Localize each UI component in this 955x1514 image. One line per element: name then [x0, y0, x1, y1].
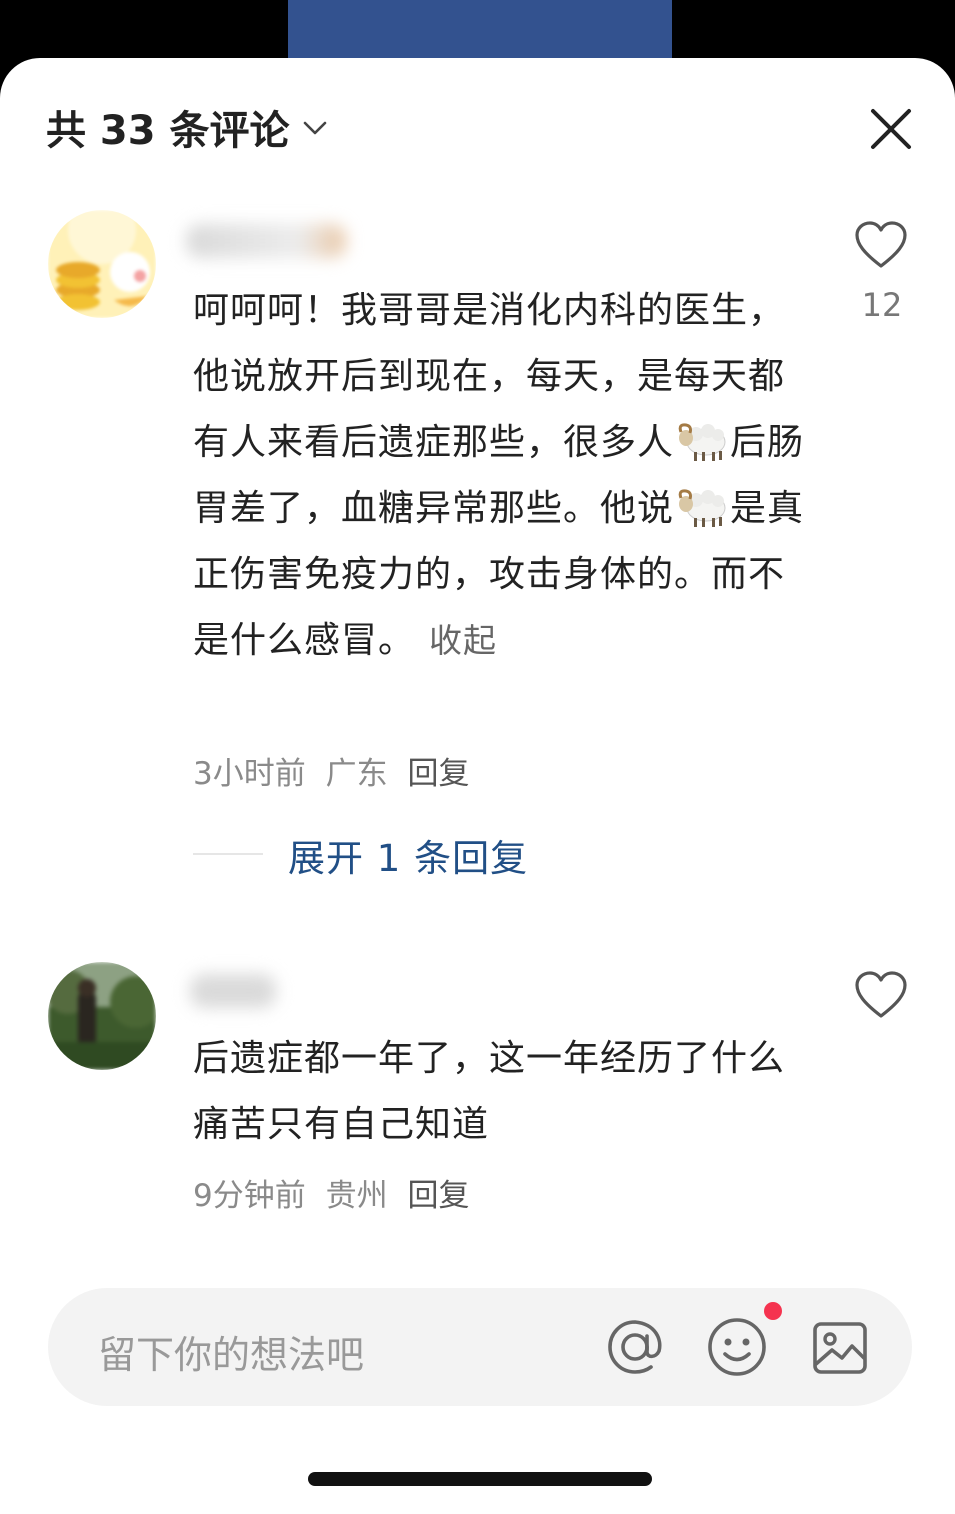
- at-mention-icon[interactable]: [604, 1316, 666, 1378]
- close-icon[interactable]: [866, 104, 916, 154]
- divider: [193, 853, 263, 855]
- reply-button[interactable]: 回复: [407, 756, 469, 792]
- username-blurred[interactable]: [190, 974, 276, 1008]
- ram-icon: [678, 489, 726, 527]
- comment-time: 9分钟前: [193, 1178, 306, 1214]
- heart-icon[interactable]: [854, 970, 908, 1020]
- page-title: 共 33 条评论: [46, 108, 290, 154]
- like-count: 12: [861, 286, 903, 324]
- comment-meta: 3小时前 广东 回复: [193, 748, 479, 793]
- expand-replies-button[interactable]: 展开 1 条回复: [288, 828, 528, 882]
- username-blurred[interactable]: [186, 224, 346, 258]
- avatar[interactable]: [48, 210, 156, 318]
- avatar[interactable]: [48, 962, 156, 1070]
- comment-location: 广东: [325, 756, 388, 792]
- home-indicator[interactable]: [308, 1472, 652, 1486]
- ram-icon: [678, 423, 726, 461]
- heart-icon[interactable]: [854, 220, 908, 270]
- comment-input[interactable]: 留下你的想法吧: [98, 1324, 364, 1379]
- comment-text[interactable]: 后遗症都一年了，这一年经历了什么痛苦只有自己知道: [193, 1026, 813, 1158]
- comment-count-header[interactable]: 共 33 条评论: [46, 98, 328, 156]
- reply-button[interactable]: 回复: [407, 1178, 469, 1214]
- comment-input-bar[interactable]: 留下你的想法吧: [48, 1288, 912, 1406]
- comment-text[interactable]: 呵呵呵！我哥哥是消化内科的医生，他说放开后到现在，每天，是每天都有人来看后遗症那…: [193, 278, 813, 674]
- comment-location: 贵州: [325, 1178, 388, 1214]
- chevron-down-icon: [303, 121, 326, 135]
- image-icon[interactable]: [810, 1318, 870, 1378]
- comment-meta: 9分钟前 贵州 回复: [193, 1170, 479, 1215]
- comment-time: 3小时前: [193, 756, 306, 792]
- comments-sheet: 共 33 条评论 12 呵呵呵！我哥哥是消化内科的医生，他说放开后到现在，每天，…: [0, 58, 955, 1514]
- collapse-link[interactable]: 收起: [429, 621, 497, 660]
- emoji-icon[interactable]: [706, 1316, 768, 1378]
- notification-dot: [764, 1302, 782, 1320]
